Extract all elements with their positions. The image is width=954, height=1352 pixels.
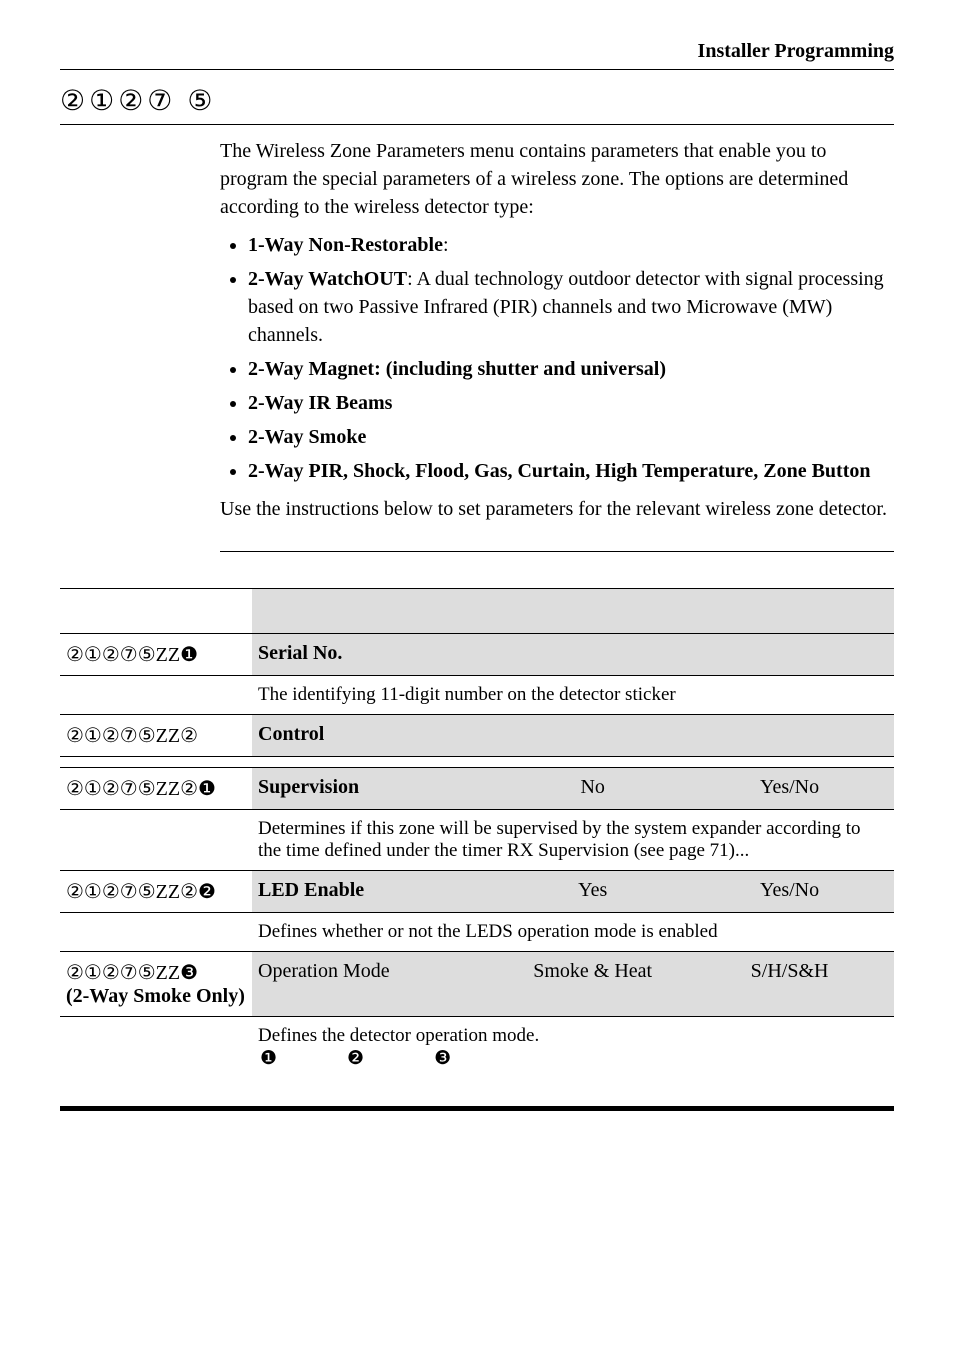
- bullet-item: 2-Way IR Beams: [248, 389, 894, 417]
- table-row-serial-head: ②①②⑦⑤ZZ❶ Serial No.: [60, 634, 894, 676]
- empty-cell: [60, 676, 252, 715]
- param-code: ②①②⑦⑤ZZ②❶: [60, 768, 252, 810]
- running-head: Installer Programming: [60, 40, 894, 63]
- param-default: No: [494, 776, 691, 799]
- table-row-led-desc: Defines whether or not the LEDS operatio…: [60, 913, 894, 952]
- param-range: Yes/No: [691, 879, 888, 902]
- param-title: Serial No.: [252, 634, 894, 676]
- param-desc: Defines whether or not the LEDS operatio…: [252, 913, 894, 952]
- empty-cell: [60, 757, 894, 768]
- spacer-row: [60, 757, 894, 768]
- bullet-item: 2-Way PIR, Shock, Flood, Gas, Curtain, H…: [248, 457, 894, 485]
- header-rule: [60, 69, 894, 70]
- param-code-sub: (2-Way Smoke Only): [66, 985, 245, 1007]
- empty-cell: [60, 810, 252, 871]
- table-row-control-head: ②①②⑦⑤ZZ② Control: [60, 715, 894, 757]
- param-desc-cell: Defines the detector operation mode. ❶❷❸: [252, 1017, 894, 1079]
- spacer-row: [60, 589, 894, 634]
- bullet-label: 2-Way PIR, Shock, Flood, Gas, Curtain, H…: [248, 460, 870, 482]
- param-title: Supervision: [258, 776, 494, 799]
- table-row-opmode-desc: Defines the detector operation mode. ❶❷❸: [60, 1017, 894, 1079]
- param-title-cell: LED Enable Yes Yes/No: [252, 871, 894, 913]
- param-title: Operation Mode: [258, 960, 494, 983]
- parameter-table: ②①②⑦⑤ZZ❶ Serial No. The identifying 11-d…: [60, 588, 894, 1078]
- intro-para-1: The Wireless Zone Parameters menu contai…: [220, 137, 894, 221]
- table-row-supervision-desc: Determines if this zone will be supervis…: [60, 810, 894, 871]
- empty-shaded-cell: [252, 589, 894, 634]
- intro-block: The Wireless Zone Parameters menu contai…: [220, 137, 894, 523]
- bullet-label: 1-Way Non-Restorable: [248, 234, 443, 256]
- table-row-led-head: ②①②⑦⑤ZZ②❷ LED Enable Yes Yes/No: [60, 871, 894, 913]
- param-title-cell: Operation Mode Smoke & Heat S/H/S&H: [252, 952, 894, 1017]
- footer-bar: [60, 1106, 894, 1111]
- bullet-item: 2-Way Smoke: [248, 423, 894, 451]
- bullet-text: :: [443, 234, 449, 256]
- param-code-cell: ②①②⑦⑤ZZ❸ (2-Way Smoke Only): [60, 952, 252, 1017]
- bullet-label: 2-Way Smoke: [248, 426, 366, 448]
- param-desc: The identifying 11-digit number on the d…: [252, 676, 894, 715]
- param-range: Yes/No: [691, 776, 888, 799]
- param-default: Smoke & Heat: [494, 960, 691, 983]
- intro-end-rule: [220, 551, 894, 552]
- section-rule: [60, 124, 894, 125]
- param-title: LED Enable: [258, 879, 494, 902]
- param-title: Control: [252, 715, 894, 757]
- bullet-item: 2-Way WatchOUT: A dual technology outdoo…: [248, 265, 894, 349]
- bullet-label: 2-Way WatchOUT: [248, 268, 407, 290]
- param-code: ②①②⑦⑤ZZ②❷: [60, 871, 252, 913]
- param-range: S/H/S&H: [691, 960, 888, 983]
- param-desc: Determines if this zone will be supervis…: [252, 810, 894, 871]
- table-row-supervision-head: ②①②⑦⑤ZZ②❶ Supervision No Yes/No: [60, 768, 894, 810]
- footnote-markers: ❶❷❸: [258, 1048, 521, 1069]
- empty-cell: [60, 589, 252, 634]
- table-row-opmode-head: ②①②⑦⑤ZZ❸ (2-Way Smoke Only) Operation Mo…: [60, 952, 894, 1017]
- empty-cell: [60, 913, 252, 952]
- empty-cell: [60, 1017, 252, 1079]
- section-number: ②①②⑦ ⑤: [60, 82, 894, 124]
- intro-bullet-list: 1-Way Non-Restorable: 2-Way WatchOUT: A …: [220, 231, 894, 485]
- table-row-serial-desc: The identifying 11-digit number on the d…: [60, 676, 894, 715]
- bullet-label: 2-Way IR Beams: [248, 392, 392, 414]
- param-desc: Defines the detector operation mode.: [258, 1025, 539, 1046]
- intro-para-2: Use the instructions below to set parame…: [220, 495, 894, 523]
- param-code: ②①②⑦⑤ZZ❸: [66, 962, 198, 984]
- bullet-label: 2-Way Magnet: (including shutter and uni…: [248, 358, 666, 380]
- param-title-cell: Supervision No Yes/No: [252, 768, 894, 810]
- param-code: ②①②⑦⑤ZZ❶: [60, 634, 252, 676]
- bullet-item: 1-Way Non-Restorable:: [248, 231, 894, 259]
- param-default: Yes: [494, 879, 691, 902]
- param-code: ②①②⑦⑤ZZ②: [60, 715, 252, 757]
- bullet-item: 2-Way Magnet: (including shutter and uni…: [248, 355, 894, 383]
